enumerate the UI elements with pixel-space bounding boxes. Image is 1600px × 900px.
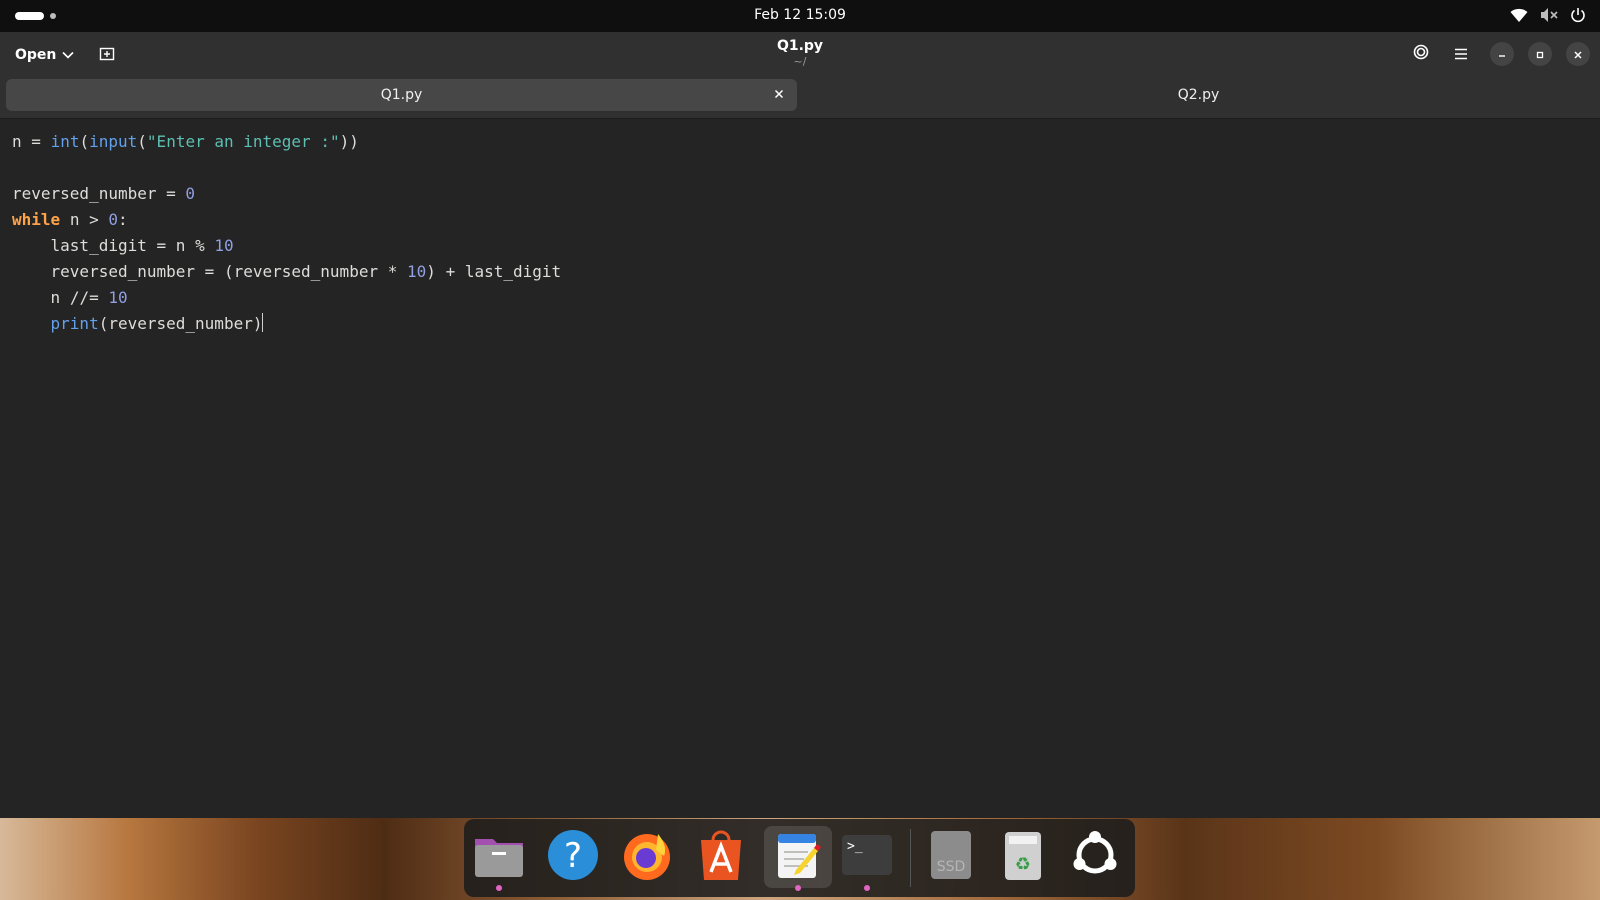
open-button-label: Open (15, 47, 57, 63)
chevron-down-icon (62, 47, 74, 63)
tab-close-button[interactable] (769, 85, 789, 105)
code-line[interactable]: last_digit = n % 10 (12, 233, 561, 259)
window-title: Q1.py (776, 38, 824, 54)
dock-show-apps[interactable] (1064, 826, 1126, 888)
code-line[interactable] (12, 155, 561, 181)
new-tab-icon (99, 45, 115, 65)
svg-text:SSD: SSD (937, 859, 966, 875)
system-tray[interactable] (1510, 7, 1586, 23)
workspace-indicator[interactable] (15, 12, 56, 20)
svg-text:?: ? (564, 836, 582, 876)
dock-firefox[interactable] (616, 826, 678, 888)
menu-icon (1454, 45, 1468, 64)
header-controls (1406, 39, 1590, 69)
text-editor-icon (774, 828, 822, 886)
dock-trash[interactable]: ♻ (992, 826, 1054, 888)
dock-text-editor[interactable] (764, 826, 832, 891)
firefox-icon (620, 828, 674, 886)
dock: ? >_ SSD ♻ (464, 819, 1135, 897)
running-indicator (864, 885, 870, 891)
wifi-icon[interactable] (1510, 7, 1528, 23)
top-bar: Feb 12 15:09 (0, 0, 1600, 32)
tab-q1[interactable]: Q1.py (6, 79, 797, 111)
app-center-icon (697, 828, 745, 886)
dock-terminal[interactable]: >_ (836, 826, 898, 891)
settings-button[interactable] (1406, 39, 1436, 69)
code-line[interactable]: print(reversed_number) (12, 311, 561, 337)
trash-icon: ♻ (1001, 828, 1045, 886)
dock-separator (910, 829, 911, 887)
new-tab-button[interactable] (92, 40, 122, 70)
text-cursor (262, 313, 264, 332)
code-line[interactable]: n = int(input("Enter an integer :")) (12, 129, 561, 155)
tab-label: Q1.py (380, 87, 423, 103)
text-editor-area[interactable]: n = int(input("Enter an integer :")) rev… (0, 119, 1600, 818)
maximize-icon (1535, 45, 1545, 64)
dock-ssd[interactable]: SSD (920, 826, 982, 888)
close-icon (1573, 45, 1583, 64)
close-window-button[interactable] (1566, 42, 1590, 66)
code-line[interactable]: reversed_number = (reversed_number * 10)… (12, 259, 562, 285)
dock-help[interactable]: ? (542, 826, 604, 888)
dock-files[interactable] (468, 826, 530, 891)
date-time[interactable]: Feb 12 15:09 (754, 7, 846, 23)
window-title-area: Q1.py ~/ (0, 38, 1600, 68)
running-indicator (496, 885, 502, 891)
tab-q2[interactable]: Q2.py (803, 79, 1594, 111)
code-line[interactable]: while n > 0: (12, 207, 561, 233)
close-icon (774, 87, 784, 103)
volume-muted-icon[interactable] (1540, 7, 1558, 23)
workspace-dot[interactable] (50, 13, 56, 19)
code-line[interactable]: reversed_number = 0 (12, 181, 561, 207)
power-icon[interactable] (1570, 7, 1586, 23)
svg-text:>_: >_ (847, 839, 863, 854)
ubuntu-logo-icon (1070, 830, 1120, 884)
help-icon: ? (547, 829, 599, 885)
minimize-button[interactable] (1490, 42, 1514, 66)
active-workspace-pill[interactable] (15, 12, 44, 20)
open-button[interactable]: Open (7, 40, 82, 70)
main-menu-button[interactable] (1446, 39, 1476, 69)
maximize-button[interactable] (1528, 42, 1552, 66)
window-subtitle: ~/ (793, 55, 807, 68)
settings-icon (1412, 43, 1430, 65)
files-icon (473, 831, 525, 883)
svg-text:♻: ♻ (1015, 854, 1031, 875)
code-line[interactable]: n //= 10 (12, 285, 561, 311)
dock-app-center[interactable] (690, 826, 752, 888)
ssd-drive-icon: SSD (929, 829, 973, 885)
code-view[interactable]: n = int(input("Enter an integer :")) rev… (12, 129, 561, 337)
minimize-icon (1497, 45, 1507, 64)
header-bar: Open Q1.py ~/ (0, 32, 1600, 77)
running-indicator (795, 885, 801, 891)
tab-label: Q2.py (1177, 87, 1220, 103)
terminal-icon: >_ (841, 833, 893, 881)
tab-bar: Q1.py Q2.py (0, 77, 1600, 119)
